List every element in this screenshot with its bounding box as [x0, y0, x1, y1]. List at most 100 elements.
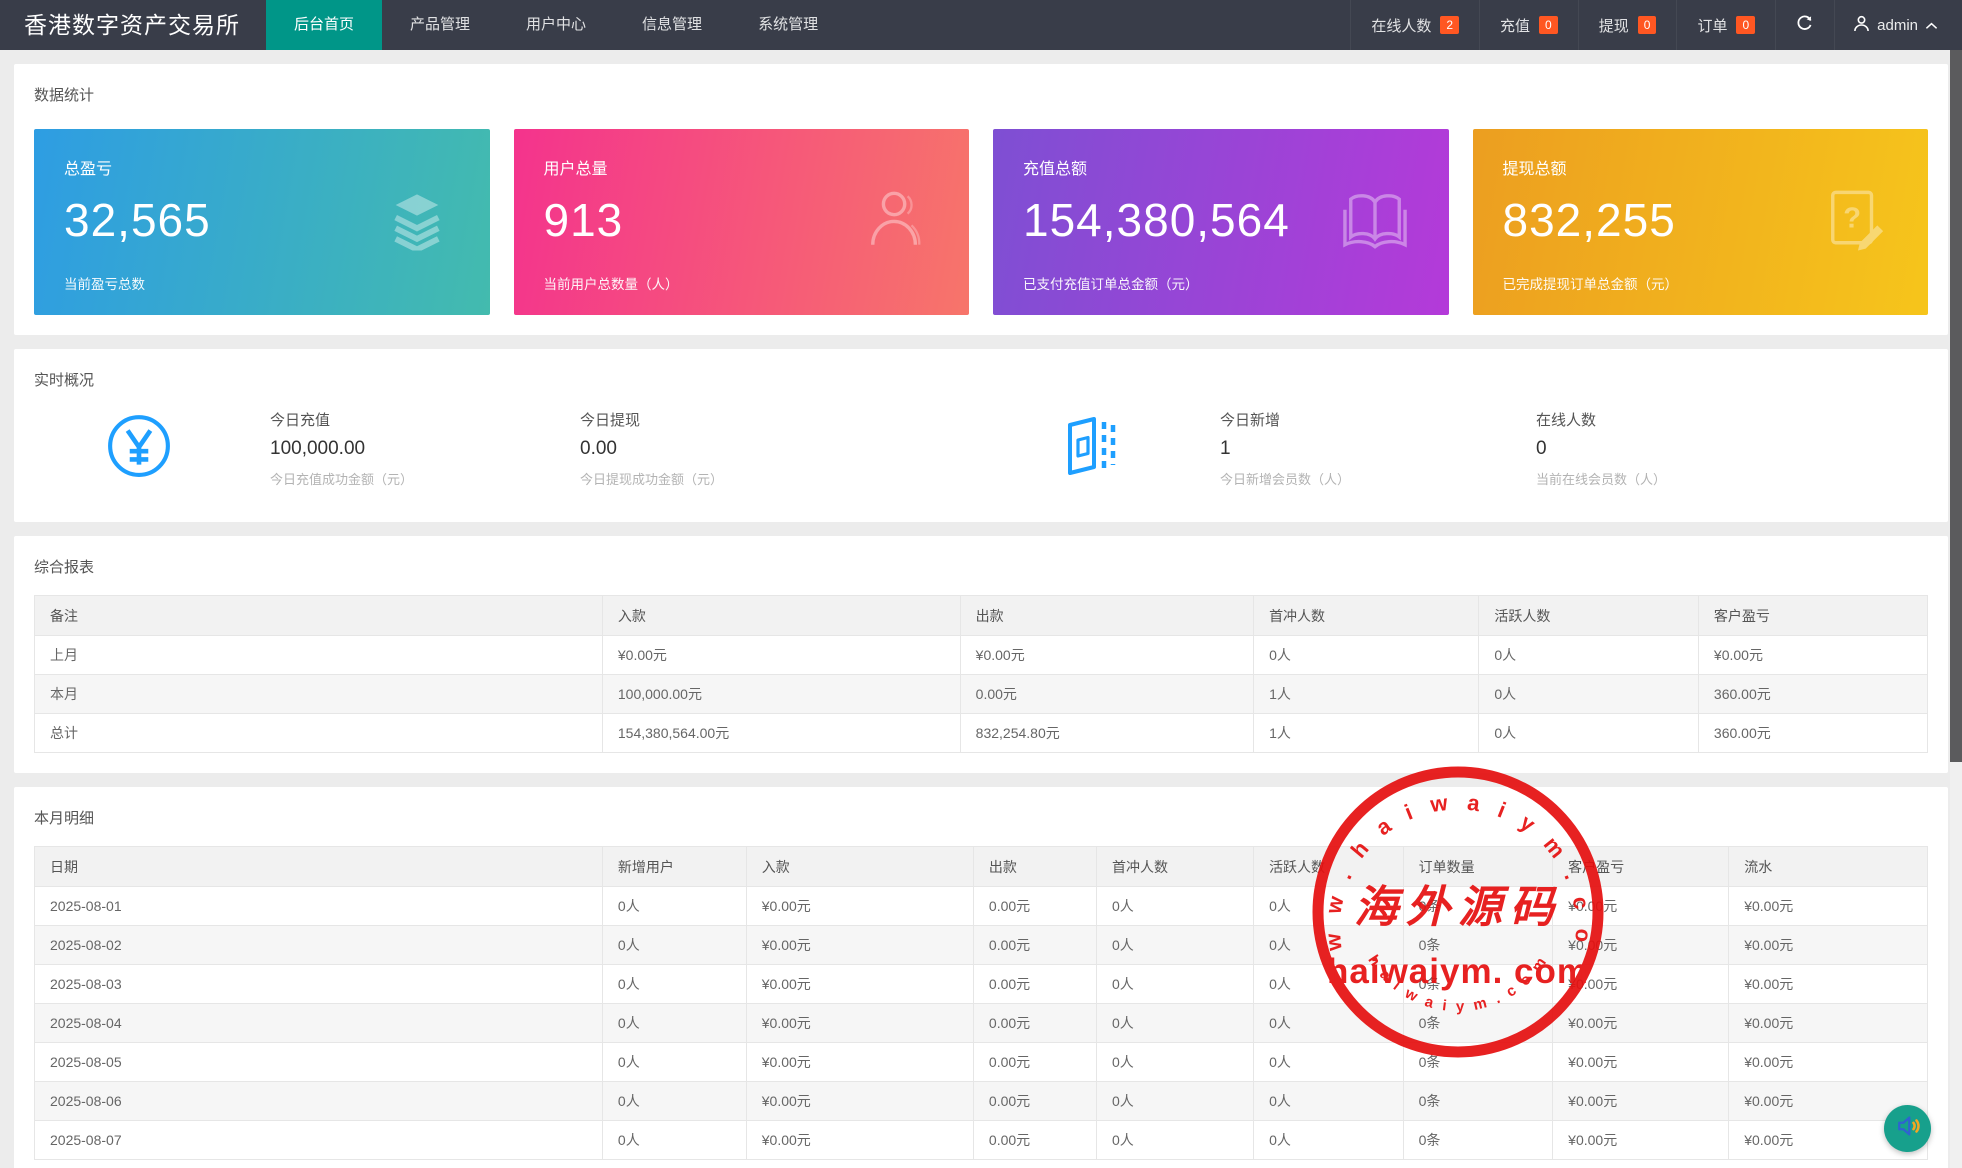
- door-icon: [1060, 415, 1120, 482]
- month-detail-panel: 本月明细 日期新增用户入款出款首冲人数活跃人数订单数量客户盈亏流水2025-08…: [14, 787, 1948, 1168]
- stat-card-caption: 已完成提现订单总金额（元）: [1503, 273, 1679, 293]
- table-cell: 0人: [602, 1121, 746, 1160]
- table-cell: 2025-08-03: [35, 965, 603, 1004]
- table-cell: 0人: [1096, 1121, 1253, 1160]
- refresh-icon: [1796, 14, 1814, 37]
- online-count-item[interactable]: 在线人数 2: [1350, 0, 1479, 50]
- table-cell: 0条: [1403, 1082, 1553, 1121]
- table-row: 2025-08-070人¥0.00元0.00元0人0人0条¥0.00元¥0.00…: [35, 1121, 1928, 1160]
- table-cell: 2025-08-04: [35, 1004, 603, 1043]
- table-cell: 上月: [35, 636, 603, 675]
- svg-text:?: ?: [1843, 202, 1861, 234]
- online-count-badge: 2: [1440, 16, 1459, 34]
- withdraw-label: 提现: [1599, 15, 1629, 36]
- table-cell: 1人: [1254, 714, 1479, 753]
- stat-card-caption: 当前盈亏总数: [64, 273, 145, 293]
- stat-card-label: 总盈亏: [64, 155, 460, 179]
- column-header: 订单数量: [1403, 847, 1553, 887]
- realtime-label: 今日新增: [1220, 409, 1350, 430]
- table-header-row: 日期新增用户入款出款首冲人数活跃人数订单数量客户盈亏流水: [35, 847, 1928, 887]
- table-cell: 2025-08-06: [35, 1082, 603, 1121]
- table-cell: ¥0.00元: [746, 1004, 973, 1043]
- table-cell: 本月: [35, 675, 603, 714]
- table-cell: 0.00元: [973, 1121, 1096, 1160]
- table-cell: 0条: [1403, 1043, 1553, 1082]
- navbar-right: 在线人数 2 充值 0 提现 0 订单 0 admin: [1350, 0, 1962, 50]
- table-cell: ¥0.00元: [746, 926, 973, 965]
- nav-tab-products[interactable]: 产品管理: [382, 0, 498, 50]
- table-cell: 0条: [1403, 965, 1553, 1004]
- sound-float-button[interactable]: [1884, 1105, 1931, 1152]
- orders-item[interactable]: 订单 0: [1676, 0, 1775, 50]
- table-cell: 0人: [1254, 887, 1404, 926]
- nav-tab-dashboard[interactable]: 后台首页: [266, 0, 382, 50]
- table-cell: 0条: [1403, 926, 1553, 965]
- realtime-value: 0: [1536, 438, 1666, 460]
- table-cell: 0条: [1403, 1121, 1553, 1160]
- table-cell: 832,254.80元: [960, 714, 1253, 753]
- layers-icon: [386, 189, 448, 256]
- orders-label: 订单: [1697, 15, 1727, 36]
- table-cell: ¥0.00元: [1553, 926, 1729, 965]
- nav-tab-system[interactable]: 系统管理: [730, 0, 846, 50]
- table-cell: 0人: [602, 887, 746, 926]
- month-detail-table: 日期新增用户入款出款首冲人数活跃人数订单数量客户盈亏流水2025-08-010人…: [34, 846, 1928, 1160]
- vertical-scrollbar[interactable]: [1950, 50, 1962, 1168]
- table-cell: 0人: [602, 926, 746, 965]
- column-header: 活跃人数: [1254, 847, 1404, 887]
- nav-tab-users[interactable]: 用户中心: [498, 0, 614, 50]
- realtime-caption: 今日新增会员数（人）: [1220, 469, 1350, 488]
- refresh-button[interactable]: [1775, 0, 1834, 50]
- recharge-badge: 0: [1539, 16, 1558, 34]
- table-cell: 0人: [1096, 965, 1253, 1004]
- column-header: 首冲人数: [1254, 596, 1479, 636]
- column-header: 客户盈亏: [1553, 847, 1729, 887]
- table-header-row: 备注入款出款首冲人数活跃人数客户盈亏: [35, 596, 1928, 636]
- realtime-item-online: 在线人数 0 当前在线会员数（人）: [1536, 409, 1666, 488]
- table-cell: 0人: [602, 1004, 746, 1043]
- table-row: 本月100,000.00元0.00元1人0人360.00元: [35, 675, 1928, 714]
- table-cell: 0.00元: [973, 965, 1096, 1004]
- table-cell: ¥0.00元: [746, 887, 973, 926]
- table-cell: 360.00元: [1698, 675, 1927, 714]
- online-count-label: 在线人数: [1371, 15, 1431, 36]
- table-cell: ¥0.00元: [1553, 1121, 1729, 1160]
- column-header: 首冲人数: [1096, 847, 1253, 887]
- table-cell: ¥0.00元: [1729, 887, 1928, 926]
- table-cell: 0人: [1254, 1004, 1404, 1043]
- table-cell: ¥0.00元: [1729, 1004, 1928, 1043]
- withdraw-item[interactable]: 提现 0: [1578, 0, 1677, 50]
- user-icon: [1853, 15, 1870, 36]
- recharge-item[interactable]: 充值 0: [1479, 0, 1578, 50]
- table-cell: 0人: [602, 1082, 746, 1121]
- brand-title: 香港数字资产交易所: [0, 0, 266, 50]
- table-cell: 0.00元: [973, 1043, 1096, 1082]
- main-menu: 后台首页 产品管理 用户中心 信息管理 系统管理: [266, 0, 846, 50]
- stat-card-total-withdraw: 提现总额 832,255 已完成提现订单总金额（元） ?: [1473, 129, 1929, 315]
- table-cell: 0人: [1096, 1004, 1253, 1043]
- table-cell: ¥0.00元: [1553, 887, 1729, 926]
- table-row: 2025-08-030人¥0.00元0.00元0人0人0条¥0.00元¥0.00…: [35, 965, 1928, 1004]
- table-cell: 0.00元: [973, 926, 1096, 965]
- scrollbar-thumb[interactable]: [1950, 50, 1962, 762]
- stat-card-caption: 已支付充值订单总金额（元）: [1023, 273, 1199, 293]
- table-cell: 0人: [1479, 636, 1699, 675]
- table-cell: 0人: [602, 1043, 746, 1082]
- table-cell: 0人: [602, 965, 746, 1004]
- nav-tab-info[interactable]: 信息管理: [614, 0, 730, 50]
- user-menu[interactable]: admin: [1834, 0, 1962, 50]
- stat-card-total-users: 用户总量 913 当前用户总数量（人）: [514, 129, 970, 315]
- table-cell: ¥0.00元: [1729, 1043, 1928, 1082]
- column-header: 活跃人数: [1479, 596, 1699, 636]
- table-cell: 0人: [1254, 965, 1404, 1004]
- table-cell: ¥0.00元: [1553, 965, 1729, 1004]
- stat-card-caption: 当前用户总数量（人）: [544, 273, 679, 293]
- table-cell: ¥0.00元: [1698, 636, 1927, 675]
- table-cell: 0人: [1096, 1043, 1253, 1082]
- column-header: 日期: [35, 847, 603, 887]
- column-header: 入款: [602, 596, 960, 636]
- table-cell: 2025-08-02: [35, 926, 603, 965]
- yen-circle-icon: [106, 413, 172, 484]
- realtime-label: 今日提现: [580, 409, 723, 430]
- table-cell: 100,000.00元: [602, 675, 960, 714]
